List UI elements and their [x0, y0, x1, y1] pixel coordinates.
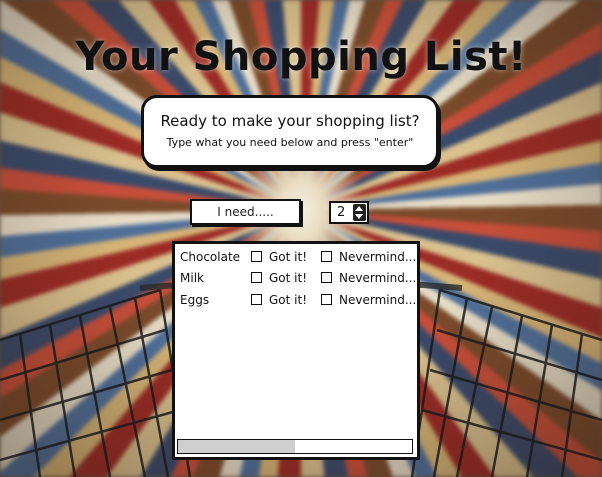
intro-card: Ready to make your shopping list? Type w… — [141, 95, 439, 168]
page-title: Your Shopping List! — [75, 34, 527, 80]
intro-instruction: Type what you need below and press "ente… — [166, 136, 414, 149]
horizontal-scrollbar[interactable] — [177, 439, 413, 454]
item-name: Chocolate — [180, 250, 241, 264]
nevermind-checkbox[interactable] — [321, 251, 332, 262]
list-item: Eggs Got it! Nevermind.... — [180, 291, 420, 309]
got-it-label: Got it! — [269, 293, 308, 307]
nevermind-checkbox[interactable] — [321, 294, 332, 305]
list-item: Chocolate Got it! Nevermind.... — [180, 248, 420, 266]
nevermind-checkbox[interactable] — [321, 272, 332, 283]
scrollbar-thumb[interactable] — [178, 440, 295, 453]
got-it-checkbox[interactable] — [251, 272, 262, 283]
item-name: Milk — [180, 271, 204, 285]
list-item: Milk Got it! Nevermind.... — [180, 269, 420, 287]
new-item-input[interactable] — [190, 199, 301, 225]
got-it-checkbox[interactable] — [251, 251, 262, 262]
shopping-list: Chocolate Got it! Nevermind.... Milk Got… — [172, 241, 420, 460]
quantity-value: 2 — [337, 205, 346, 220]
nevermind-label: Nevermind.... — [339, 293, 421, 307]
stepper-arrows — [353, 204, 366, 221]
intro-heading: Ready to make your shopping list? — [160, 112, 420, 130]
item-name: Eggs — [180, 293, 210, 307]
nevermind-label: Nevermind.... — [339, 271, 421, 285]
got-it-label: Got it! — [269, 271, 308, 285]
quantity-stepper[interactable]: 2 — [329, 201, 369, 224]
got-it-checkbox[interactable] — [251, 294, 262, 305]
nevermind-label: Nevermind.... — [339, 250, 421, 264]
got-it-label: Got it! — [269, 250, 308, 264]
triangle-down-icon[interactable] — [355, 214, 363, 219]
triangle-up-icon[interactable] — [355, 206, 363, 211]
